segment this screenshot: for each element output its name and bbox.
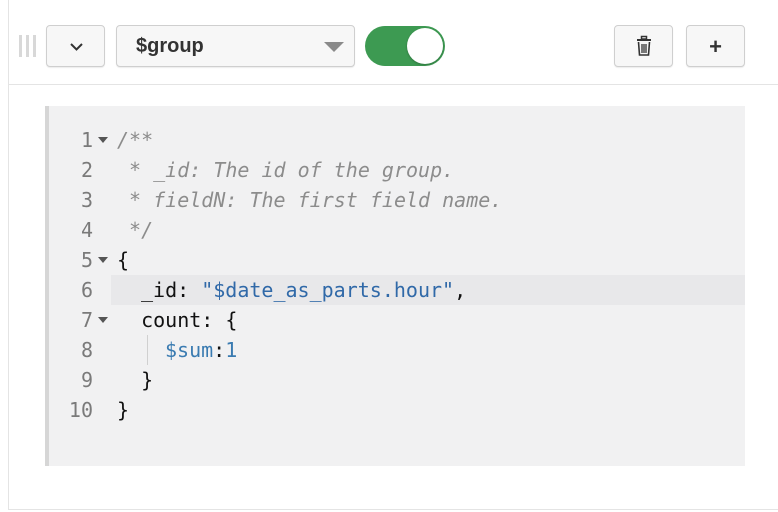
fold-toggle-icon[interactable] [98, 317, 108, 323]
code-text: * fieldN: The first field name. [117, 188, 503, 212]
code-text: count: { [117, 308, 238, 332]
code-line: 1 /** [49, 125, 745, 155]
stage-code-editor[interactable]: 1 /** 2 * _id: The id of the group. 3 * … [45, 106, 745, 466]
line-number: 2 [80, 158, 93, 182]
line-number: 10 [68, 398, 93, 422]
line-number: 8 [80, 338, 93, 362]
stage-toolbar: $group + [9, 0, 778, 85]
code-line: 7 count: { [49, 305, 745, 335]
code-operator: $sum [165, 338, 214, 362]
add-stage-label: + [709, 34, 722, 59]
code-key: _id: [141, 278, 202, 302]
code-line: 3 * fieldN: The first field name. [49, 185, 745, 215]
line-number: 6 [80, 278, 93, 302]
add-stage-button[interactable]: + [686, 25, 745, 67]
line-number: 1 [80, 128, 93, 152]
code-line: 9 } [49, 365, 745, 395]
collapse-stage-button[interactable] [46, 25, 105, 67]
line-number: 3 [80, 188, 93, 212]
code-text: { [117, 248, 130, 272]
code-line: 2 * _id: The id of the group. [49, 155, 745, 185]
code-number: 1 [225, 338, 238, 362]
code-text: * _id: The id of the group. [117, 158, 455, 182]
stage-operator-label: $group [136, 35, 204, 57]
line-number: 9 [80, 368, 93, 392]
code-line-active: 6 _id: "$date_as_parts.hour", [49, 275, 745, 305]
drag-handle-icon[interactable] [19, 35, 39, 57]
delete-stage-button[interactable] [614, 25, 673, 67]
code-text: /** [117, 128, 154, 152]
code-punct: : [213, 338, 226, 362]
code-text: _id: "$date_as_parts.hour", [117, 275, 466, 305]
toggle-knob [407, 28, 443, 64]
stage-enabled-toggle[interactable] [365, 26, 445, 66]
pipeline-stage-card: $group + 1 /** 2 * _id: The id of the gr… [8, 0, 778, 510]
line-number: 5 [80, 248, 93, 272]
code-line: 5 { [49, 245, 745, 275]
code-line: 8 $sum:1 [49, 335, 745, 365]
stage-operator-select[interactable]: $group [116, 25, 355, 67]
line-number: 4 [80, 218, 93, 242]
fold-toggle-icon[interactable] [98, 137, 108, 143]
code-line: 10 } [49, 395, 745, 425]
code-string: "$date_as_parts.hour" [201, 278, 455, 302]
code-text: $sum:1 [117, 335, 237, 365]
code-text: */ [117, 218, 154, 242]
line-number: 7 [80, 308, 93, 332]
code-line: 4 */ [49, 215, 745, 245]
code-text: } [117, 398, 130, 422]
dropdown-caret-icon [324, 42, 344, 52]
fold-toggle-icon[interactable] [98, 257, 108, 263]
trash-icon [637, 35, 651, 56]
chevron-down-icon [70, 43, 83, 51]
code-punct: , [454, 278, 467, 302]
code-text: } [117, 368, 154, 392]
